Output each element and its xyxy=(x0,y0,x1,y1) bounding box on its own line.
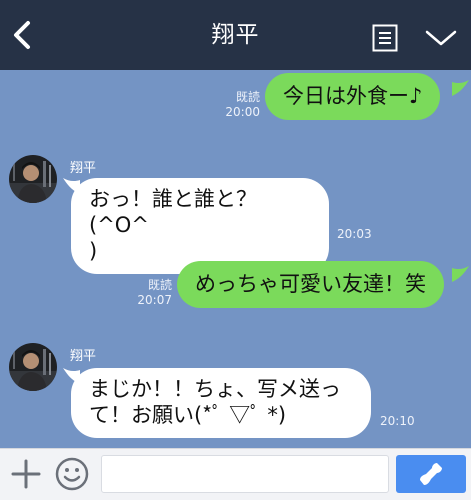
sender-name: 翔平 xyxy=(70,161,97,176)
plus-icon[interactable] xyxy=(10,458,42,490)
incoming-message-bubble[interactable]: まじか！！ちょ、写メ送っ て！お願い(*ﾟ ▽ﾟ *) xyxy=(71,368,371,438)
bubble-tail xyxy=(452,266,469,282)
incoming-message-bubble[interactable]: おっ！誰と誰と？(^O^ ) xyxy=(71,178,329,274)
chat-screen: 翔平 既読 20:00 今日は外食ー♪ 翔平 おっ！誰と誰と？(^O^) 20… xyxy=(0,0,471,500)
send-button[interactable] xyxy=(396,455,466,493)
outgoing-message-bubble[interactable]: 今日は外食ー♪ xyxy=(265,73,441,120)
message-time: 20:00 xyxy=(225,105,260,119)
chat-header: 翔平 xyxy=(0,0,471,70)
message-time: 20:03 xyxy=(337,227,372,241)
message-input-bar xyxy=(0,448,471,500)
message-input[interactable] xyxy=(101,455,389,493)
message-meta: 既読 20:00 xyxy=(208,90,260,120)
read-receipt: 既読 xyxy=(235,90,260,104)
message-text: 今日は外食ー♪ xyxy=(283,84,423,108)
chat-title: 翔平 xyxy=(211,22,260,48)
read-receipt: 既読 xyxy=(147,278,172,292)
message-time: 20:10 xyxy=(380,414,415,428)
send-icon xyxy=(420,463,442,485)
notes-icon[interactable] xyxy=(372,24,398,52)
message-time: 20:07 xyxy=(137,293,172,307)
bubble-tail xyxy=(452,80,469,96)
avatar[interactable] xyxy=(9,343,57,391)
message-text: めっちゃ可愛い友達！笑 xyxy=(195,272,426,296)
sender-name: 翔平 xyxy=(70,349,97,364)
message-text-line: まじか！！ちょ、写メ送っ xyxy=(89,377,341,401)
message-text-line: おっ！誰と誰と？(^O^ xyxy=(89,187,257,237)
avatar[interactable] xyxy=(9,155,57,203)
outgoing-message-bubble[interactable]: めっちゃ可愛い友達！笑 xyxy=(177,261,444,308)
chevron-down-icon[interactable] xyxy=(424,28,458,48)
message-meta: 既読 20:07 xyxy=(120,278,172,308)
emoji-icon[interactable] xyxy=(55,457,89,491)
message-text-line: て！お願い(*ﾟ ▽ﾟ *) xyxy=(89,403,287,427)
